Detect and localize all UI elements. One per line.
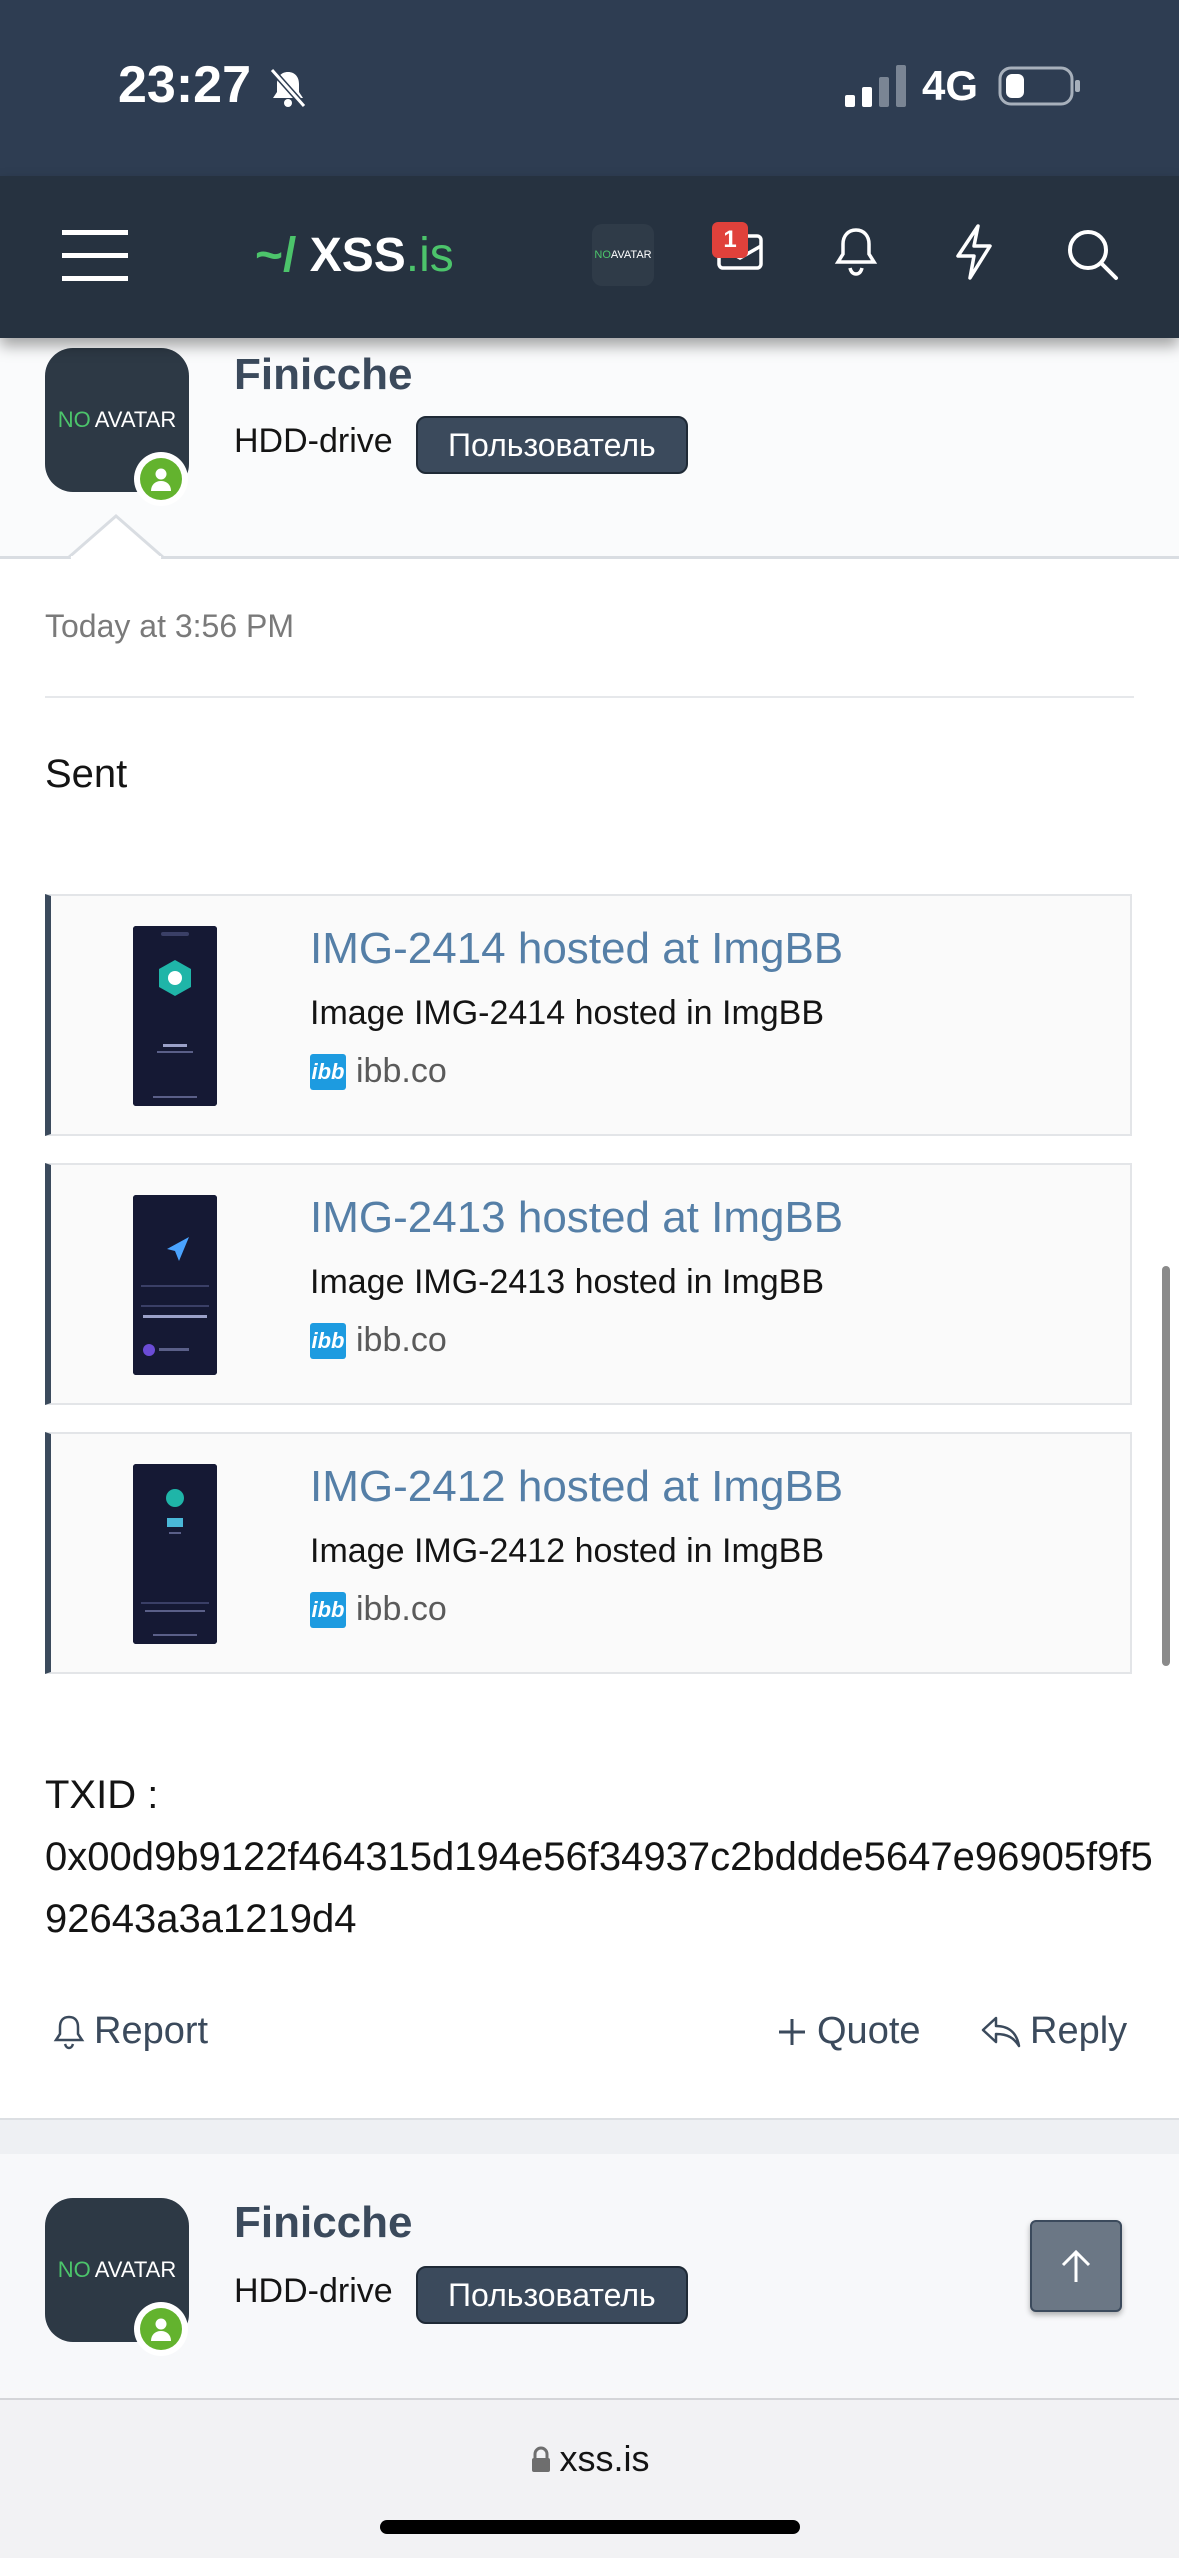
arrow-up-icon bbox=[1061, 2249, 1091, 2282]
embed-thumbnail bbox=[133, 1464, 217, 1644]
author-username[interactable]: Finicche bbox=[234, 350, 413, 400]
post-separator bbox=[0, 2118, 1179, 2156]
embed-description: Image IMG-2414 hosted in ImgBB bbox=[310, 994, 825, 1032]
forum-navbar: ~/ XSS.is NO AVATAR bbox=[0, 176, 1179, 338]
link-embed[interactable]: IMG-2414 hosted at ImgBB Image IMG-2414 … bbox=[45, 894, 1132, 1136]
ibb-logo-icon: ibb bbox=[310, 1053, 346, 1090]
post-author-header: NO AVATAR Finicche HDD-drive Пользователь bbox=[0, 2154, 1179, 2404]
link-embed[interactable]: IMG-2413 hosted at ImgBB Image IMG-2413 … bbox=[45, 1163, 1132, 1405]
embed-description: Image IMG-2413 hosted in ImgBB bbox=[310, 1263, 825, 1301]
post-divider bbox=[45, 696, 1134, 698]
author-role-badge: Пользователь bbox=[416, 2266, 688, 2324]
post-pointer bbox=[68, 514, 164, 560]
author-username[interactable]: Finicche bbox=[234, 2198, 413, 2248]
home-indicator bbox=[380, 2520, 800, 2534]
search-icon[interactable] bbox=[1064, 226, 1120, 282]
ibb-logo-icon: ibb bbox=[310, 1322, 346, 1359]
menu-icon[interactable] bbox=[62, 226, 128, 284]
lock-icon bbox=[531, 2446, 550, 2472]
whats-new-icon[interactable] bbox=[950, 224, 998, 280]
embed-thumbnail bbox=[133, 926, 217, 1106]
embed-title[interactable]: IMG-2414 hosted at ImgBB bbox=[310, 924, 843, 974]
link-embed[interactable]: IMG-2412 hosted at ImgBB Image IMG-2412 … bbox=[45, 1432, 1132, 1674]
battery-icon bbox=[998, 66, 1080, 106]
embed-thumbnail bbox=[133, 1195, 217, 1375]
notifications-icon[interactable] bbox=[831, 226, 881, 278]
online-status-icon bbox=[134, 452, 188, 506]
post-timestamp[interactable]: Today at 3:56 PM bbox=[45, 608, 294, 645]
status-time: 23:27 bbox=[118, 56, 251, 114]
site-logo[interactable]: ~/ XSS.is bbox=[255, 228, 454, 283]
embed-site: ibb ibb.co bbox=[310, 1052, 447, 1090]
post-body-text: Sent bbox=[45, 752, 128, 796]
author-role-badge: Пользователь bbox=[416, 416, 688, 474]
embed-description: Image IMG-2412 hosted in ImgBB bbox=[310, 1532, 825, 1570]
txid-label: TXID : bbox=[45, 1773, 159, 1817]
network-label: 4G bbox=[922, 62, 979, 109]
plus-icon bbox=[779, 2018, 805, 2045]
embed-site: ibb ibb.co bbox=[310, 1321, 447, 1359]
status-bar: 23:27 4G bbox=[0, 0, 1179, 176]
online-status-icon bbox=[134, 2302, 188, 2356]
report-button[interactable]: Report bbox=[52, 2010, 208, 2053]
embed-title[interactable]: IMG-2413 hosted at ImgBB bbox=[310, 1193, 843, 1243]
ibb-logo-icon: ibb bbox=[310, 1591, 346, 1628]
reply-button[interactable]: Reply bbox=[980, 2010, 1127, 2053]
post-author-header: NO AVATAR Finicche HDD-drive Пользователь bbox=[0, 338, 1179, 560]
browser-address-bar[interactable]: xss.is bbox=[0, 2398, 1179, 2558]
reply-icon bbox=[981, 2016, 1021, 2047]
bell-mute-icon bbox=[269, 68, 307, 108]
bell-icon bbox=[53, 2015, 85, 2049]
embed-title[interactable]: IMG-2412 hosted at ImgBB bbox=[310, 1462, 843, 1512]
quote-button[interactable]: Quote bbox=[775, 2010, 921, 2053]
inbox-badge: 1 bbox=[712, 222, 748, 258]
author-rank: HDD-drive bbox=[234, 422, 393, 460]
author-rank: HDD-drive bbox=[234, 2272, 393, 2310]
txid-block: TXID : 0x00d9b9122f464315d194e56f34937c2… bbox=[45, 1764, 1155, 1950]
address-text[interactable]: xss.is bbox=[0, 2438, 1179, 2480]
page-scrollbar[interactable] bbox=[1162, 1266, 1170, 1666]
user-avatar[interactable]: NO AVATAR bbox=[592, 224, 654, 286]
txid-hash: 0x00d9b9122f464315d194e56f34937c2bddde56… bbox=[45, 1835, 1153, 1941]
scroll-to-top-button[interactable] bbox=[1030, 2220, 1122, 2312]
signal-icon bbox=[845, 65, 906, 107]
embed-site: ibb ibb.co bbox=[310, 1590, 447, 1628]
